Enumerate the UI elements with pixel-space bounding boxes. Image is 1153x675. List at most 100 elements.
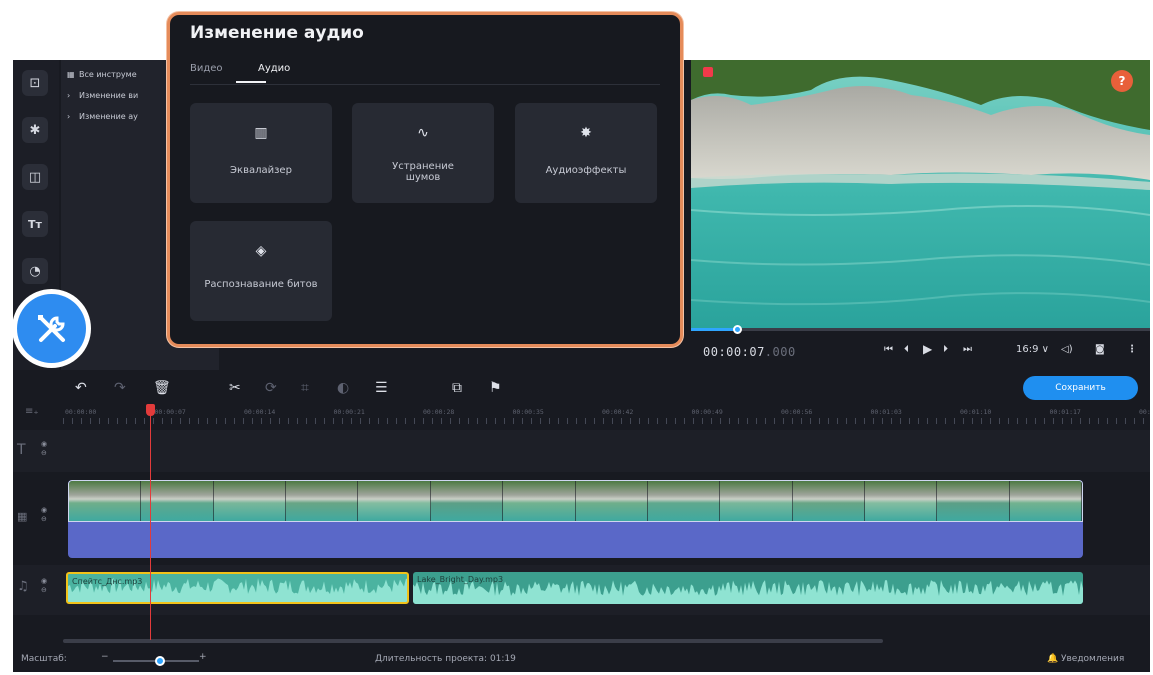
- split-icon[interactable]: ✂: [229, 380, 241, 396]
- playhead[interactable]: [150, 405, 151, 640]
- tree-item-video-editing[interactable]: › Изменение ви: [67, 88, 138, 102]
- help-button[interactable]: ?: [1111, 70, 1133, 92]
- video-thumbnail: [69, 481, 142, 521]
- ruler-tick-label: 00:01:03: [870, 408, 902, 416]
- tab-audio[interactable]: Аудио: [258, 63, 290, 74]
- ruler-tick-label: 00:00:28: [423, 408, 455, 416]
- ruler-ticks: [63, 418, 1150, 424]
- playback-progress-fill: [691, 328, 737, 331]
- ruler-tick-label: 00:00:42: [602, 408, 634, 416]
- track-visibility-icon[interactable]: ◉ ⊖: [41, 506, 47, 524]
- video-track-icon: ▦: [17, 510, 28, 523]
- zoom-slider-knob[interactable]: [155, 656, 166, 666]
- rotate-icon[interactable]: ⟳: [265, 380, 277, 396]
- audio-clip-name: Lake_Bright_Day.mp3: [417, 575, 504, 584]
- current-time: 00:00:07.000: [703, 345, 796, 359]
- audio-effects-card[interactable]: ✸ Аудиоэффекты: [515, 103, 657, 203]
- tree-item-all-tools[interactable]: ▦ Все инструме: [67, 67, 137, 81]
- equalizer-card[interactable]: ▥ Эквалайзер: [190, 103, 332, 203]
- tools-callout[interactable]: [12, 289, 91, 368]
- color-adjust-icon[interactable]: ◐: [337, 380, 349, 396]
- project-duration: Длительность проекта: 01:19: [375, 654, 516, 664]
- tab-divider: [190, 84, 660, 85]
- equalizer-icon: ▥: [254, 125, 268, 141]
- audio-clip-name: Спейтс_Днс.mp3: [72, 577, 143, 586]
- more-icon[interactable]: ⋮: [1127, 344, 1137, 355]
- add-track-icon[interactable]: ≡₊: [25, 406, 39, 417]
- player-controls: 00:00:07.000 ⏮ ⏴ ▶ ⏵ ⏭ 16:9 ∨ ◁) ◙ ⋮: [691, 332, 1150, 372]
- audio-clip[interactable]: Lake_Bright_Day.mp3: [413, 572, 1083, 604]
- chevron-right-icon: ›: [67, 111, 71, 121]
- beat-detection-card[interactable]: ◈ Распознавание битов: [190, 221, 332, 321]
- notifications-link[interactable]: Уведомления: [1061, 654, 1124, 664]
- preview-frame: [691, 60, 1150, 328]
- timeline-scrollbar[interactable]: [63, 639, 883, 643]
- ruler-tick-label: 00:00:07: [154, 408, 186, 416]
- transitions-icon[interactable]: ◫: [22, 164, 48, 190]
- ruler-tick-label: 00:00:49: [691, 408, 723, 416]
- timeline-ruler[interactable]: ≡₊ 00:00:00 00:00:07 00:00:14 00:00:21 00:00…: [13, 406, 1150, 424]
- previous-frame-icon[interactable]: ⏴: [904, 344, 909, 355]
- play-icon[interactable]: ▶: [923, 342, 932, 356]
- zoom-in-icon[interactable]: +: [199, 652, 207, 662]
- aspect-ratio-select[interactable]: 16:9 ∨: [1016, 344, 1049, 355]
- tree-item-label: Изменение ви: [79, 90, 139, 100]
- crop-icon[interactable]: ⌗: [301, 380, 309, 396]
- marker-flag-icon[interactable]: ⚑: [489, 380, 502, 396]
- ruler-tick-label: 00:00:35: [512, 408, 544, 416]
- next-frame-icon[interactable]: ⏵: [943, 344, 948, 355]
- import-icon[interactable]: ⊡: [22, 70, 48, 96]
- overlay-icon[interactable]: ⧉: [452, 380, 462, 396]
- music-note-icon: ♫: [17, 579, 29, 594]
- noise-removal-icon: ∿: [417, 125, 429, 141]
- video-thumbnail: [720, 481, 793, 521]
- zoom-out-icon[interactable]: −: [101, 652, 109, 662]
- skip-to-start-icon[interactable]: ⏮: [884, 344, 893, 355]
- save-button[interactable]: Сохранить: [1023, 376, 1138, 400]
- wrench-icon: [17, 294, 86, 363]
- chevron-right-icon: ›: [67, 90, 71, 100]
- current-time-main: 00:00:07: [703, 345, 765, 359]
- video-thumbnail: [1009, 481, 1082, 521]
- video-thumbnails: [68, 480, 1083, 522]
- playback-progress[interactable]: [691, 325, 1150, 334]
- tree-item-audio-editing[interactable]: › Изменение ау: [67, 109, 138, 123]
- card-label: Аудиоэффекты: [545, 165, 627, 176]
- video-clip[interactable]: [68, 480, 1083, 558]
- undo-icon[interactable]: ↶: [75, 380, 87, 396]
- text-track[interactable]: T ◉ ⊖: [13, 430, 1150, 472]
- ruler-tick-label: 00:01:10: [960, 408, 992, 416]
- noise-removal-card[interactable]: ∿ Устранение шумов: [352, 103, 494, 203]
- audio-clip-selected[interactable]: Спейтс_Днс.mp3: [66, 572, 409, 604]
- ruler-tick-label: 00:00:21: [333, 408, 365, 416]
- zoom-slider[interactable]: [113, 656, 199, 666]
- video-thumbnail: [864, 481, 938, 521]
- redo-icon[interactable]: ↷: [114, 380, 126, 396]
- bell-icon: 🔔: [1047, 654, 1059, 664]
- ruler-tick-label: 00:00:00: [65, 408, 97, 416]
- track-visibility-icon[interactable]: ◉ ⊖: [41, 577, 47, 595]
- panel-title: Изменение аудио: [190, 23, 364, 43]
- tab-video[interactable]: Видео: [190, 63, 223, 74]
- snapshot-icon[interactable]: ◙: [1095, 344, 1105, 355]
- track-visibility-icon[interactable]: ◉ ⊖: [41, 440, 47, 458]
- video-preview[interactable]: [691, 60, 1150, 328]
- delete-icon[interactable]: 🗑: [153, 380, 171, 396]
- video-thumbnail: [358, 481, 431, 521]
- volume-icon[interactable]: ◁): [1061, 344, 1073, 355]
- titles-icon[interactable]: Tт: [22, 211, 48, 237]
- magic-wand-icon[interactable]: ✱: [22, 117, 48, 143]
- active-tab-indicator: [236, 81, 266, 83]
- video-thumbnail: [575, 481, 648, 521]
- card-label: Эквалайзер: [230, 165, 292, 176]
- status-bar: Масштаб: − + Длительность проекта: 01:19…: [13, 648, 1150, 672]
- ruler-tick-label: 00:01:17: [1049, 408, 1081, 416]
- video-thumbnail: [141, 481, 214, 521]
- video-thumbnail: [647, 481, 721, 521]
- skip-to-end-icon[interactable]: ⏭: [963, 344, 972, 355]
- ruler-tick-label: 00:00:56: [781, 408, 813, 416]
- tree-item-label: Изменение ау: [79, 111, 138, 121]
- ruler-tick-label: 00:01:24: [1139, 408, 1150, 416]
- stickers-icon[interactable]: ◔: [22, 258, 48, 284]
- clip-properties-icon[interactable]: ☰: [375, 380, 388, 396]
